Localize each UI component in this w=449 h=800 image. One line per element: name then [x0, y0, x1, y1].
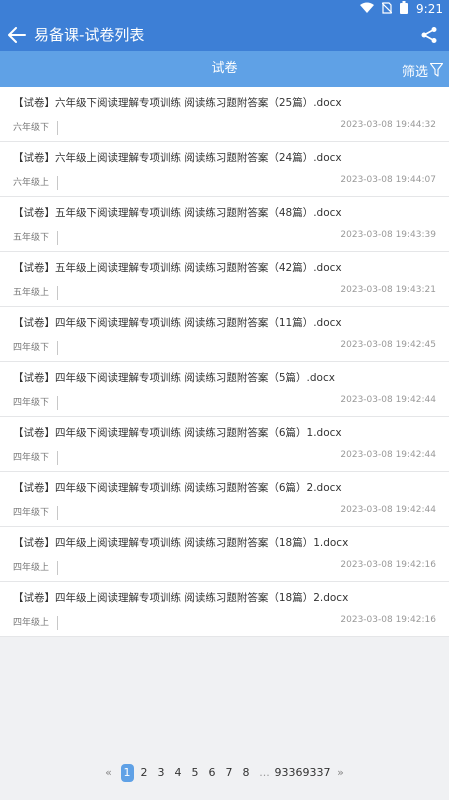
prev-page-button[interactable]: «	[99, 764, 119, 782]
tab-papers[interactable]: 试卷	[0, 51, 449, 87]
upload-time: 2023-03-08 19:42:45	[340, 340, 436, 350]
page-number[interactable]: 2	[136, 764, 153, 782]
arrow-left-icon	[8, 26, 26, 43]
paper-list: 【试卷】六年级下阅读理解专项训练 阅读练习题附答案（25篇）.docx 六年级下 2…	[0, 87, 449, 637]
funnel-icon	[430, 63, 443, 77]
paper-title: 【试卷】五年级上阅读理解专项训练 阅读练习题附答案（42篇）.docx	[13, 262, 342, 274]
pagination: «1 2 3 4 5 6 7 8... 9336 9337»	[0, 762, 449, 784]
grade-label: 四年级下	[13, 451, 59, 465]
page-number[interactable]: 7	[221, 764, 238, 782]
paper-title: 【试卷】四年级下阅读理解专项训练 阅读练习题附答案（11篇）.docx	[13, 317, 342, 329]
list-item[interactable]: 【试卷】六年级上阅读理解专项训练 阅读练习题附答案（24篇）.docx 六年级上 2…	[0, 142, 449, 197]
paper-title: 【试卷】四年级下阅读理解专项训练 阅读练习题附答案（5篇）.docx	[13, 372, 335, 384]
list-item[interactable]: 【试卷】四年级上阅读理解专项训练 阅读练习题附答案（18篇）1.docx 四年级上…	[0, 527, 449, 582]
share-button[interactable]	[417, 23, 441, 47]
share-icon	[421, 27, 437, 43]
grade-label: 六年级下	[13, 121, 59, 135]
status-bar: 9:21	[0, 0, 449, 18]
grade-label: 四年级上	[13, 561, 59, 575]
list-item[interactable]: 【试卷】四年级上阅读理解专项训练 阅读练习题附答案（18篇）2.docx 四年级上…	[0, 582, 449, 637]
status-time: 9:21	[416, 2, 443, 16]
list-item[interactable]: 【试卷】四年级下阅读理解专项训练 阅读练习题附答案（6篇）1.docx 四年级下 2…	[0, 417, 449, 472]
upload-time: 2023-03-08 19:44:32	[340, 120, 436, 130]
list-item[interactable]: 【试卷】六年级下阅读理解专项训练 阅读练习题附答案（25篇）.docx 六年级下 2…	[0, 87, 449, 142]
page-number[interactable]: 6	[204, 764, 221, 782]
upload-time: 2023-03-08 19:42:44	[340, 505, 436, 515]
battery-icon	[400, 1, 409, 17]
paper-title: 【试卷】四年级下阅读理解专项训练 阅读练习题附答案（6篇）1.docx	[13, 427, 342, 439]
upload-time: 2023-03-08 19:42:16	[340, 615, 436, 625]
grade-label: 六年级上	[13, 176, 59, 190]
filter-label: 筛选	[401, 64, 428, 80]
grade-label: 四年级上	[13, 616, 59, 630]
no-sim-icon	[381, 1, 393, 17]
paper-title: 【试卷】四年级上阅读理解专项训练 阅读练习题附答案（18篇）2.docx	[13, 592, 349, 604]
page-number[interactable]: 5	[187, 764, 204, 782]
grade-label: 四年级下	[13, 341, 59, 355]
list-item[interactable]: 【试卷】五年级上阅读理解专项训练 阅读练习题附答案（42篇）.docx 五年级上 2…	[0, 252, 449, 307]
next-page-button[interactable]: »	[331, 764, 351, 782]
app-bar: 易备课-试卷列表	[0, 18, 449, 51]
page-number[interactable]: 3	[153, 764, 170, 782]
page-number[interactable]: 4	[170, 764, 187, 782]
page-title: 易备课-试卷列表	[34, 26, 145, 44]
wifi-icon	[360, 2, 375, 16]
upload-time: 2023-03-08 19:43:39	[340, 230, 436, 240]
paper-title: 【试卷】四年级上阅读理解专项训练 阅读练习题附答案（18篇）1.docx	[13, 537, 349, 549]
grade-label: 五年级上	[13, 286, 59, 300]
grade-label: 四年级下	[13, 506, 59, 520]
page-number[interactable]: 9336	[275, 764, 303, 782]
paper-title: 【试卷】六年级下阅读理解专项训练 阅读练习题附答案（25篇）.docx	[13, 97, 342, 109]
back-button[interactable]	[0, 18, 34, 51]
filter-button[interactable]: 筛选	[402, 59, 443, 81]
grade-label: 四年级下	[13, 396, 59, 410]
upload-time: 2023-03-08 19:42:44	[340, 395, 436, 405]
grade-label: 五年级下	[13, 231, 59, 245]
page-number[interactable]: 9337	[303, 764, 331, 782]
paper-title: 【试卷】五年级下阅读理解专项训练 阅读练习题附答案（48篇）.docx	[13, 207, 342, 219]
tab-bar: 试卷 筛选	[0, 51, 449, 87]
list-item[interactable]: 【试卷】四年级下阅读理解专项训练 阅读练习题附答案（11篇）.docx 四年级下 2…	[0, 307, 449, 362]
page-number[interactable]: 8	[238, 764, 255, 782]
paper-title: 【试卷】四年级下阅读理解专项训练 阅读练习题附答案（6篇）2.docx	[13, 482, 342, 494]
page-current[interactable]: 1	[120, 764, 134, 782]
upload-time: 2023-03-08 19:42:16	[340, 560, 436, 570]
upload-time: 2023-03-08 19:42:44	[340, 450, 436, 460]
list-item[interactable]: 【试卷】四年级下阅读理解专项训练 阅读练习题附答案（5篇）.docx 四年级下 20…	[0, 362, 449, 417]
upload-time: 2023-03-08 19:44:07	[340, 175, 436, 185]
upload-time: 2023-03-08 19:43:21	[340, 285, 436, 295]
paper-title: 【试卷】六年级上阅读理解专项训练 阅读练习题附答案（24篇）.docx	[13, 152, 342, 164]
list-item[interactable]: 【试卷】四年级下阅读理解专项训练 阅读练习题附答案（6篇）2.docx 四年级下 2…	[0, 472, 449, 527]
pager-ellipsis: ...	[259, 766, 270, 779]
list-item[interactable]: 【试卷】五年级下阅读理解专项训练 阅读练习题附答案（48篇）.docx 五年级下 2…	[0, 197, 449, 252]
